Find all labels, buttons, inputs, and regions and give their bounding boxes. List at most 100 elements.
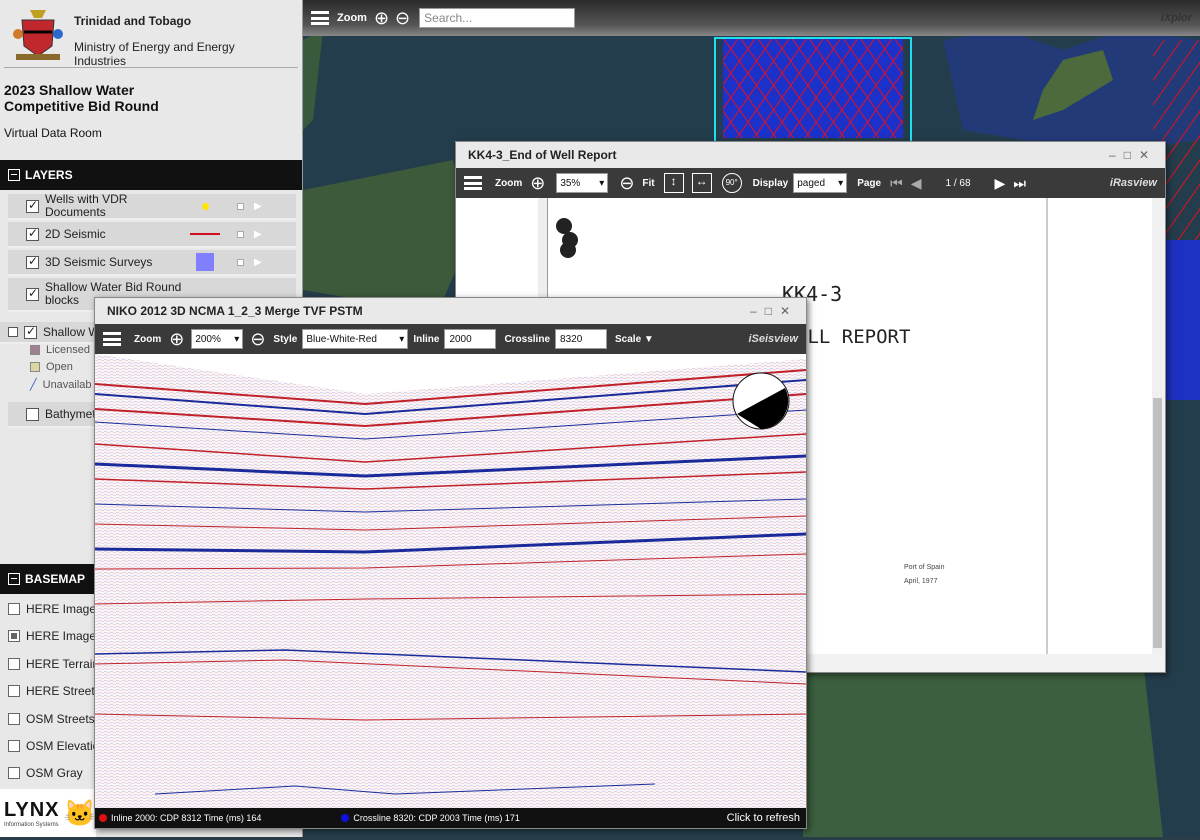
options-icon[interactable]	[237, 258, 244, 266]
menu-icon[interactable]	[311, 11, 329, 25]
rotate-icon[interactable]: 90°	[721, 173, 742, 193]
zoom-value: 35%	[560, 177, 581, 189]
display-select[interactable]: paged ▾	[793, 173, 848, 193]
zoom-in-icon[interactable]: ⊕	[530, 174, 545, 192]
zoom-out-icon[interactable]: ⊖	[250, 330, 265, 348]
report-toolbar: Zoom ⊕ 35% ▾ ⊖ Fit ↕ ↔ 90° Display paged ▾…	[456, 168, 1165, 198]
search-input[interactable]: Search...	[419, 8, 576, 28]
fit-height-icon[interactable]: ↕	[663, 173, 684, 193]
page-indicator: 1 / 68	[945, 177, 971, 189]
zoom-select[interactable]: 200% ▾	[191, 329, 244, 349]
seismic-window[interactable]: NIKO 2012 3D NCMA 1_2_3 Merge TVF PSTM –…	[94, 297, 807, 829]
expand-arrow-icon[interactable]: ▶	[254, 201, 262, 212]
display-value: paged	[797, 177, 826, 189]
org-country: Trinidad and Tobago	[73, 14, 192, 28]
expand-arrow-icon[interactable]: ▶	[254, 257, 262, 268]
layer-checkbox[interactable]	[26, 407, 39, 421]
basemap-radio[interactable]	[8, 740, 20, 752]
seismic-statusbar: Inline 2000: CDP 8312 Time (ms) 164 Cros…	[95, 808, 806, 828]
lynx-logo: LYNX Information Systems 🐱	[0, 789, 96, 837]
lynx-subtitle: Information Systems	[4, 821, 59, 828]
basemap-label: HERE Image	[26, 602, 97, 616]
doc-date: April, 1977	[904, 578, 938, 585]
display-label: Display	[752, 177, 789, 189]
zoom-out-icon[interactable]: ⊖	[395, 9, 410, 27]
seismic-toolbar: Zoom ⊕ 200% ▾ ⊖ Style Blue-White-Red ▾ Inl…	[95, 324, 806, 354]
legend-unavailable: ╱ Unavailab	[30, 378, 92, 392]
basemap-radio[interactable]	[8, 713, 20, 725]
layer-checkbox[interactable]	[26, 198, 39, 213]
basemap-label: OSM Streets	[26, 712, 95, 726]
seismic-traces	[95, 354, 806, 810]
doc-place: Port of Spain	[904, 564, 945, 571]
layer-3d-seismic[interactable]: 3D Seismic Surveys ▶	[8, 250, 296, 276]
zoom-in-icon[interactable]: ⊕	[169, 330, 184, 348]
collapse-icon[interactable]	[8, 169, 20, 181]
lynx-cat-icon: 🐱	[63, 797, 96, 828]
status-inline: Inline 2000: CDP 8312 Time (ms) 164	[111, 813, 262, 823]
project-subtitle: Virtual Data Room	[4, 126, 102, 140]
seismic-section[interactable]	[95, 354, 806, 810]
iseisview-logo: iSeisview	[748, 333, 798, 345]
project-title: 2023 Shallow Water Competitive Bid Round	[4, 82, 159, 114]
report-window-title[interactable]: KK4-3_End of Well Report	[456, 142, 1165, 168]
layer-checkbox[interactable]	[26, 226, 39, 241]
zoom-in-icon[interactable]: ⊕	[374, 9, 389, 27]
org-ministry: Ministry of Energy and Energy Industries	[73, 40, 235, 68]
crossline-input[interactable]: 8320	[555, 329, 608, 349]
fit-label: Fit	[642, 177, 655, 189]
layer-checkbox[interactable]	[26, 286, 39, 301]
irasview-logo: iRasview	[1109, 177, 1157, 189]
menu-icon[interactable]	[464, 176, 482, 190]
scale-dropdown[interactable]: Scale ▼	[615, 334, 654, 345]
legend-label: Unavailab	[42, 378, 92, 391]
open-swatch	[30, 362, 40, 372]
layers-panel-header[interactable]: LAYERS	[0, 160, 302, 190]
fit-width-icon[interactable]: ↔	[691, 173, 712, 193]
window-controls[interactable]: –□✕	[750, 304, 798, 318]
basemap-radio[interactable]	[8, 630, 20, 642]
options-icon[interactable]	[237, 230, 244, 238]
expand-arrow-icon[interactable]: ▶	[254, 229, 262, 240]
menu-icon[interactable]	[103, 332, 121, 346]
style-select[interactable]: Blue-White-Red ▾	[302, 329, 409, 349]
prev-page-icon[interactable]: ◀	[911, 175, 922, 192]
last-page-icon[interactable]: ⏭	[1013, 175, 1026, 192]
basemap-radio[interactable]	[8, 603, 20, 615]
seismic-window-title[interactable]: NIKO 2012 3D NCMA 1_2_3 Merge TVF PSTM	[95, 298, 806, 324]
basemap-label: HERE Terrain	[26, 657, 100, 671]
basemap-radio[interactable]	[8, 767, 20, 779]
next-page-icon[interactable]: ▶	[995, 175, 1006, 192]
licensed-swatch	[30, 345, 40, 355]
first-page-icon[interactable]: ⏮	[890, 175, 903, 192]
layer-2d-seismic[interactable]: 2D Seismic ▶	[8, 222, 296, 248]
basemap-label: OSM Elevatio	[26, 739, 100, 753]
zoom-select[interactable]: 35% ▾	[556, 173, 609, 193]
style-label: Style	[273, 333, 298, 345]
basemap-radio[interactable]	[8, 658, 20, 670]
layer-checkbox[interactable]	[24, 324, 37, 339]
collapse-icon[interactable]	[8, 327, 18, 337]
ministry-header: Trinidad and Tobago Ministry of Energy a…	[4, 0, 298, 68]
basemap-label: HERE Street	[26, 684, 95, 698]
layer-wells[interactable]: Wells with VDR Documents ▶	[8, 192, 296, 220]
refresh-link[interactable]: Click to refresh	[727, 812, 800, 824]
inline-input[interactable]: 2000	[444, 329, 497, 349]
zoom-value: 200%	[195, 333, 221, 345]
status-crossline: Crossline 8320: CDP 2003 Time (ms) 171	[353, 813, 520, 823]
layer-label: Wells with VDR Documents	[45, 192, 128, 219]
zoom-out-icon[interactable]: ⊖	[619, 174, 634, 192]
collapse-icon[interactable]	[8, 573, 20, 585]
blue-square-icon	[187, 253, 223, 271]
basemap-radio[interactable]	[8, 685, 20, 697]
options-icon[interactable]	[237, 202, 244, 210]
crossline-label: Crossline	[504, 333, 551, 345]
layer-checkbox[interactable]	[26, 254, 39, 269]
layer-label: 3D Seismic Surveys	[45, 254, 153, 269]
window-controls[interactable]: –□✕	[1109, 148, 1157, 162]
red-line-icon	[187, 233, 223, 235]
hatch-swatch: ╱	[30, 379, 37, 391]
vertical-scrollbar[interactable]	[1152, 198, 1163, 654]
style-value: Blue-White-Red	[306, 333, 377, 345]
zoom-label: Zoom	[134, 333, 162, 345]
